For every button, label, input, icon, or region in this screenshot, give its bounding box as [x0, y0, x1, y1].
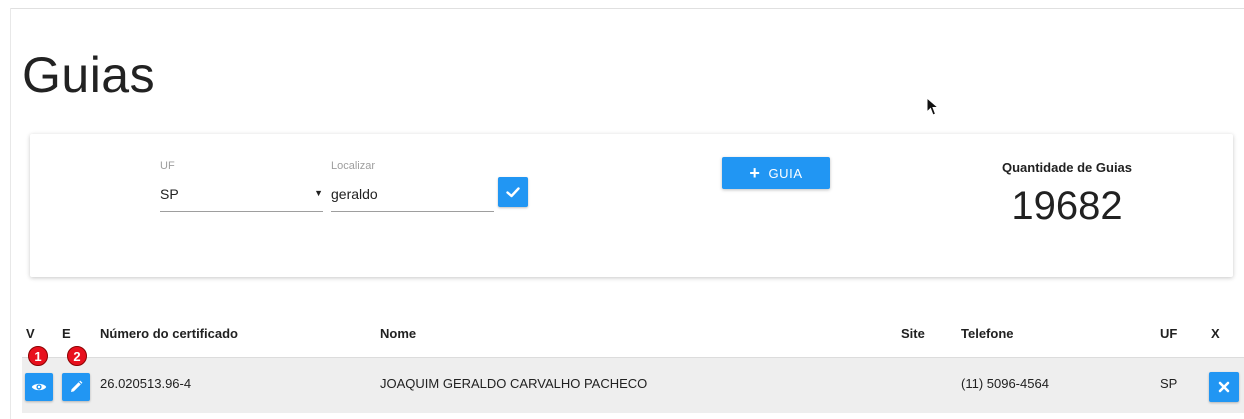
mouse-cursor-icon: [926, 97, 940, 116]
view-button[interactable]: [25, 373, 53, 401]
dropdown-arrow-icon: ▼: [314, 188, 323, 198]
search-submit-button[interactable]: [498, 177, 528, 207]
page-title: Guias: [22, 47, 156, 103]
search-label: Localizar: [331, 160, 376, 172]
frame-left-border: [10, 8, 11, 419]
frame-top-border: [10, 8, 1244, 9]
pencil-icon: [71, 380, 83, 392]
header-delete: X: [1211, 326, 1220, 341]
header-phone: Telefone: [961, 326, 1014, 341]
uf-select[interactable]: SP ▼: [160, 178, 323, 212]
annotation-marker-1: 1: [28, 346, 48, 366]
guide-count-label: Quantidade de Guias: [1001, 160, 1133, 175]
header-edit: E: [62, 326, 71, 341]
uf-select-value: SP: [160, 186, 179, 202]
cell-uf: SP: [1160, 376, 1178, 391]
plus-icon: +: [749, 163, 761, 183]
header-name: Nome: [380, 326, 417, 341]
add-guia-label: GUIA: [768, 165, 803, 181]
header-view: V: [26, 326, 35, 341]
close-icon: [1218, 381, 1230, 393]
header-certificate: Número do certificado: [100, 326, 238, 341]
add-guia-button[interactable]: + GUIA: [722, 157, 830, 189]
header-uf: UF: [1160, 326, 1178, 341]
cell-name: JOAQUIM GERALDO CARVALHO PACHECO: [380, 376, 648, 391]
search-input-value: geraldo: [331, 186, 378, 202]
eye-icon: [31, 383, 47, 391]
check-icon: [506, 187, 520, 198]
guide-count-value: 19682: [1011, 184, 1123, 228]
edit-button[interactable]: [62, 373, 90, 401]
search-input[interactable]: geraldo: [331, 178, 494, 212]
cell-phone: (11) 5096-4564: [961, 376, 1049, 391]
uf-label: UF: [160, 160, 175, 172]
annotation-marker-2: 2: [67, 346, 87, 366]
delete-button[interactable]: [1209, 372, 1239, 402]
header-site: Site: [901, 326, 925, 341]
cell-certificate: 26.020513.96-4: [100, 376, 192, 391]
